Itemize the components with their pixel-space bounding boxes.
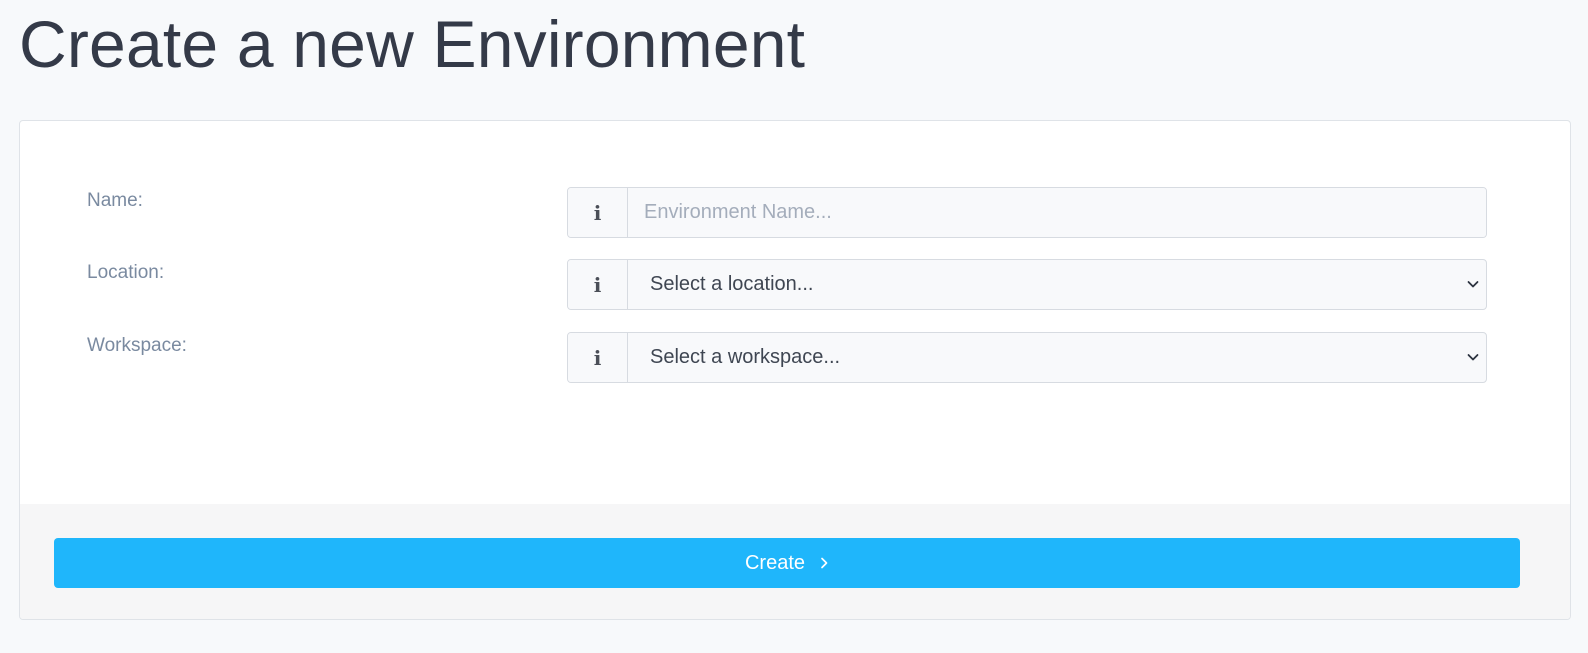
location-select-value: Select a location... (650, 273, 814, 295)
workspace-select-value: Select a workspace... (650, 346, 841, 368)
workspace-select[interactable]: Select a workspace... (628, 333, 1486, 382)
location-label: Location: (87, 262, 165, 283)
name-label: Name: (87, 190, 143, 211)
page-title: Create a new Environment (19, 7, 806, 81)
info-icon: i (593, 272, 602, 297)
location-input-group: i Select a location... (567, 259, 1487, 310)
chevron-right-icon (821, 557, 828, 569)
environment-name-input[interactable] (628, 188, 1486, 237)
location-select[interactable]: Select a location... (628, 260, 1486, 309)
create-button[interactable]: Create (54, 538, 1520, 588)
location-info-addon[interactable]: i (568, 260, 628, 309)
workspace-label: Workspace: (87, 335, 187, 356)
name-input-group: i (567, 187, 1487, 238)
workspace-input-group: i Select a workspace... (567, 332, 1487, 383)
card-footer: Create (20, 504, 1570, 619)
info-icon: i (593, 345, 602, 370)
create-button-label: Create (744, 551, 806, 574)
workspace-row: Workspace: i Select a workspace... (20, 332, 1570, 384)
name-info-addon[interactable]: i (568, 188, 628, 237)
chevron-down-icon (1467, 280, 1479, 287)
environment-form-card: Name: i Location: i Select a location...… (19, 120, 1571, 620)
name-row: Name: i (20, 187, 1570, 239)
location-row: Location: i Select a location... (20, 259, 1570, 311)
info-icon: i (593, 200, 602, 225)
workspace-info-addon[interactable]: i (568, 333, 628, 382)
chevron-down-icon (1467, 353, 1479, 360)
